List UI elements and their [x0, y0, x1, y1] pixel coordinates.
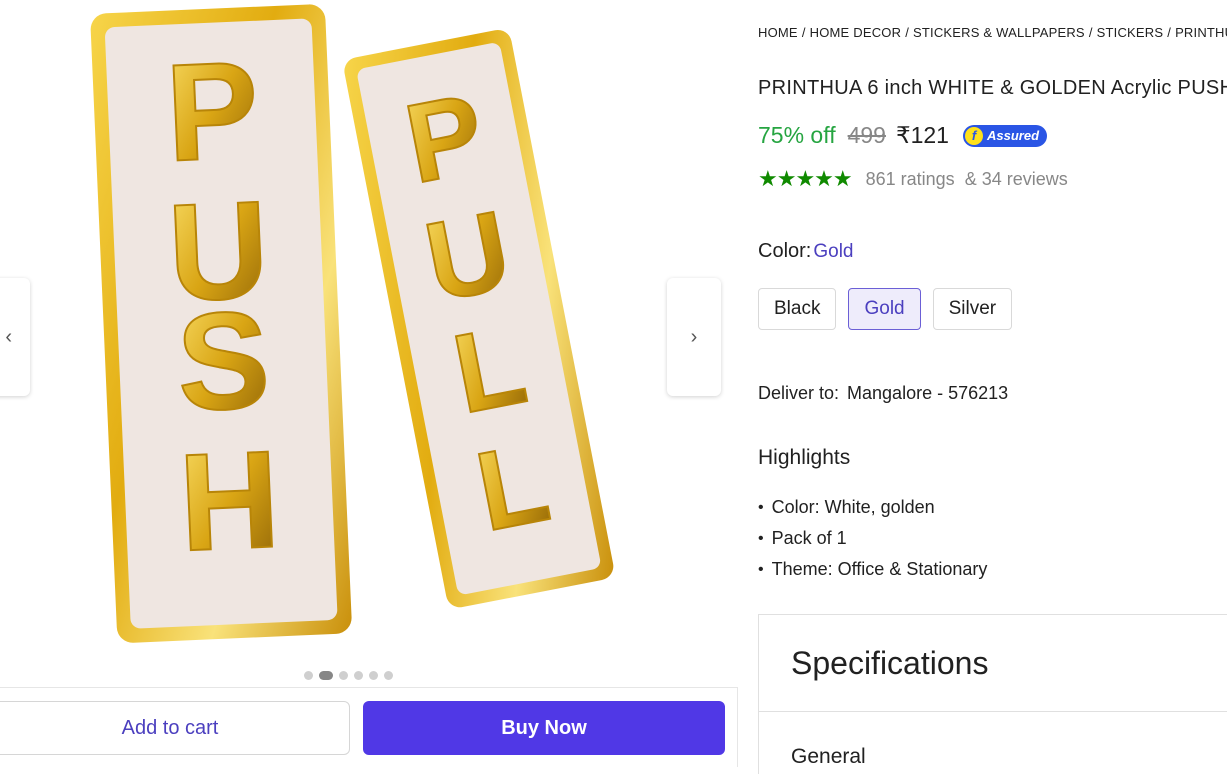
breadcrumb-home[interactable]: HOME: [758, 25, 798, 40]
carousel-dot[interactable]: [339, 671, 348, 680]
discount-percent: 75% off: [758, 122, 836, 148]
svg-text:H: H: [176, 422, 282, 580]
breadcrumb-home-decor[interactable]: HOME DECOR: [810, 25, 902, 40]
assured-label: Assured: [986, 128, 1040, 143]
divider: [759, 711, 1227, 712]
original-price: 499: [847, 122, 886, 148]
assured-badge: f Assured: [962, 124, 1048, 147]
color-selector-label: Color: Gold: [758, 240, 854, 263]
svg-text:S: S: [174, 283, 273, 441]
flipkart-f-icon: f: [964, 126, 983, 145]
carousel-dot[interactable]: [304, 671, 313, 680]
carousel-dot[interactable]: [384, 671, 393, 680]
product-gallery: P U S H P U L L ‹ › Add to cart Buy Now: [0, 0, 740, 774]
highlights-heading: Highlights: [758, 446, 851, 469]
carousel-dot[interactable]: [369, 671, 378, 680]
ratings-count: 861 ratings: [865, 168, 955, 189]
push-sign: P U S H: [90, 4, 352, 643]
color-option-black[interactable]: Black: [758, 288, 837, 330]
rating-row[interactable]: ★★★★★ 861 ratings & 34 reviews: [758, 166, 1068, 192]
buy-now-button[interactable]: Buy Now: [363, 701, 725, 755]
star-rating-icon: ★★★★★: [758, 166, 853, 191]
selected-color-value: Gold: [813, 241, 854, 262]
breadcrumb-stickers[interactable]: STICKERS: [1097, 25, 1164, 40]
spec-section-general[interactable]: General: [791, 745, 866, 769]
price-row: 75% off 499 ₹121 f Assured: [758, 122, 1048, 149]
deliver-to-label: Deliver to:: [758, 383, 840, 403]
delivery-location[interactable]: Deliver to: Mangalore - 576213: [758, 383, 1008, 404]
specifications-heading: Specifications: [791, 645, 989, 681]
highlight-item: • Color: White, golden: [758, 497, 935, 517]
image-carousel-dots: [304, 671, 393, 680]
next-image-button[interactable]: ›: [667, 278, 721, 396]
svg-text:P: P: [163, 33, 262, 191]
product-image[interactable]: P U S H P U L L: [60, 0, 660, 665]
delivery-pincode: Mangalore - 576213: [847, 383, 1009, 403]
product-title: PRINTHUA 6 inch WHITE & GOLDEN Acrylic P…: [758, 77, 1227, 99]
color-option-silver[interactable]: Silver: [932, 288, 1013, 330]
highlights-list: • Color: White, golden • Pack of 1 • Theme:…: [758, 492, 987, 585]
chevron-right-icon: ›: [690, 325, 698, 348]
breadcrumb-brand[interactable]: PRINTHUA: [1175, 25, 1227, 40]
chevron-left-icon: ‹: [5, 325, 12, 348]
breadcrumb-stickers-wallpapers[interactable]: STICKERS & WALLPAPERS: [913, 25, 1085, 40]
highlight-item: • Pack of 1: [758, 528, 847, 548]
carousel-dot-active[interactable]: [319, 671, 333, 680]
reviews-count: & 34 reviews: [964, 168, 1068, 189]
add-to-cart-button[interactable]: Add to cart: [0, 701, 350, 755]
carousel-dot[interactable]: [354, 671, 363, 680]
selling-price: ₹121: [895, 122, 949, 148]
prev-image-button[interactable]: ‹: [0, 278, 30, 396]
color-label: Color:: [758, 240, 812, 262]
highlight-item: • Theme: Office & Stationary: [758, 559, 988, 579]
color-options: Black Gold Silver: [758, 288, 1013, 330]
color-option-gold[interactable]: Gold: [848, 288, 921, 330]
breadcrumb: HOME / HOME DECOR / STICKERS & WALLPAPERS / ST…: [758, 25, 1227, 40]
purchase-action-bar: Add to cart Buy Now: [0, 687, 738, 767]
specifications-panel: Specifications General: [758, 614, 1227, 774]
product-details: HOME / HOME DECOR / STICKERS & WALLPAPERS / ST…: [758, 0, 1227, 774]
pull-sign: P U L L: [344, 29, 614, 608]
